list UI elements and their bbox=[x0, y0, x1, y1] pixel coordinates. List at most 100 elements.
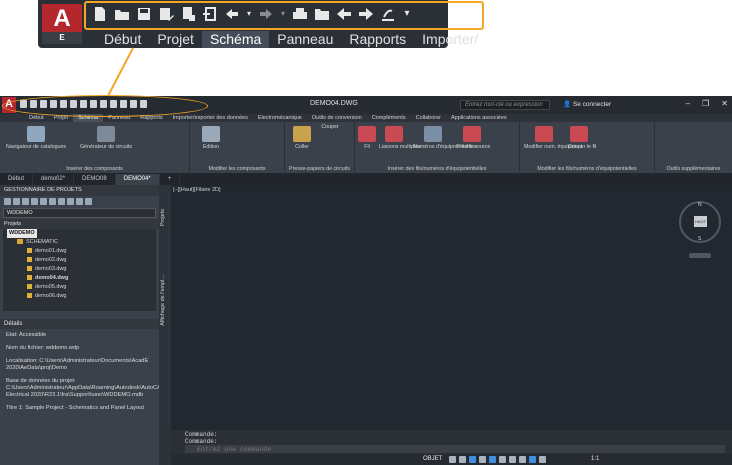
ribbon-tab-10[interactable]: Applications associées bbox=[446, 114, 512, 122]
zoom-tab-5[interactable]: Importer/ bbox=[414, 31, 486, 48]
ribbon-tab-0[interactable]: Début bbox=[24, 114, 49, 122]
ribbon-tab-1[interactable]: Projet bbox=[49, 114, 73, 122]
document-tab-4[interactable]: + bbox=[160, 174, 181, 185]
save-as-icon[interactable] bbox=[50, 100, 57, 108]
ribbon-tab-5[interactable]: Importer/exporter des données bbox=[168, 114, 253, 122]
model-space-toggle[interactable]: OBJET bbox=[423, 456, 442, 462]
zoom-tab-1[interactable]: Projet bbox=[149, 31, 202, 48]
drawing-canvas[interactable]: [−][Haut][Filaire 2D] N HAUT S bbox=[171, 185, 732, 430]
undo-icon[interactable] bbox=[80, 100, 87, 108]
grid-icon[interactable] bbox=[449, 456, 456, 463]
ribbon-tab-7[interactable]: Outils de conversion bbox=[307, 114, 367, 122]
customize-dropdown-icon[interactable]: ▾ bbox=[402, 6, 412, 22]
edit-wire-number-button[interactable]: Modifier num. équipotent. bbox=[524, 126, 584, 150]
snap-icon[interactable] bbox=[459, 456, 466, 463]
wire-numbers-button[interactable]: Numéros d'équipotentielles bbox=[413, 126, 477, 150]
document-tab-0[interactable]: Début bbox=[0, 174, 34, 185]
save-icon[interactable] bbox=[40, 100, 47, 108]
edit-button[interactable]: Edition bbox=[198, 126, 224, 150]
forward-icon[interactable] bbox=[358, 6, 374, 22]
project-select[interactable]: WDDEMO bbox=[3, 208, 156, 218]
annotation-scale[interactable]: 1:1 bbox=[591, 456, 599, 462]
ribbon-tab-9[interactable]: Collaborer bbox=[411, 114, 446, 122]
selection-cycle-icon[interactable] bbox=[519, 456, 526, 463]
new-file-icon[interactable] bbox=[92, 6, 108, 22]
document-tab-1[interactable]: demo02* bbox=[33, 174, 75, 185]
print-icon[interactable] bbox=[100, 100, 107, 108]
tree-item[interactable]: demo01.dwg bbox=[3, 247, 156, 256]
app-logo[interactable]: AE bbox=[42, 4, 82, 44]
export-icon[interactable] bbox=[70, 100, 77, 108]
ribbon-tab-4[interactable]: Rapports bbox=[135, 114, 167, 122]
transparency-icon[interactable] bbox=[509, 456, 516, 463]
zoom-tab-3[interactable]: Panneau bbox=[269, 31, 341, 48]
osnap-icon[interactable] bbox=[489, 456, 496, 463]
side-tab-location[interactable]: Affichage de l'empl... bbox=[160, 275, 170, 326]
sign-in-button[interactable]: 👤 Se connecter bbox=[563, 100, 611, 108]
redo-icon[interactable] bbox=[258, 6, 274, 22]
save-as-icon[interactable] bbox=[158, 6, 174, 22]
forward-icon[interactable] bbox=[130, 100, 137, 108]
tree-item[interactable]: demo04.dwg bbox=[3, 274, 156, 283]
back-icon[interactable] bbox=[120, 100, 127, 108]
undo-dropdown-icon[interactable]: ▾ bbox=[246, 6, 252, 22]
tree-item[interactable]: SCHEMATIC bbox=[3, 238, 156, 247]
circuit-builder-button[interactable]: Générateur de circuits bbox=[76, 126, 136, 150]
workspace-icon[interactable] bbox=[539, 456, 546, 463]
document-tab-2[interactable]: DEMO08 bbox=[74, 174, 116, 185]
source-arrow-button[interactable]: Flèche source bbox=[457, 126, 490, 150]
zoom-tab-2[interactable]: Schéma bbox=[201, 31, 270, 48]
project-folder-icon[interactable] bbox=[314, 6, 330, 22]
ribbon-tab-2[interactable]: Schéma bbox=[73, 114, 104, 122]
catalog-browser-button[interactable]: Navigateur de catalogues bbox=[6, 126, 66, 150]
refresh-icon[interactable] bbox=[31, 198, 38, 205]
minimize-icon[interactable]: – bbox=[686, 99, 690, 108]
polar-icon[interactable] bbox=[479, 456, 486, 463]
new-drawing-icon[interactable] bbox=[22, 198, 29, 205]
tree-item[interactable]: WDDEMO bbox=[3, 229, 156, 238]
tree-item[interactable]: demo06.dwg bbox=[3, 292, 156, 301]
zoom-tab-0[interactable]: Début bbox=[96, 31, 149, 48]
redo-dropdown-icon[interactable]: ▾ bbox=[280, 6, 286, 22]
plot-icon[interactable] bbox=[60, 100, 67, 108]
plot-icon[interactable] bbox=[180, 6, 196, 22]
project-folder-icon[interactable] bbox=[110, 100, 117, 108]
open-folder-icon[interactable] bbox=[30, 100, 37, 108]
close-icon[interactable]: ✕ bbox=[721, 99, 728, 108]
plot-icon[interactable] bbox=[67, 198, 74, 205]
tree-item[interactable]: demo03.dwg bbox=[3, 265, 156, 274]
new-project-icon[interactable] bbox=[13, 198, 20, 205]
zoom-tab-4[interactable]: Rapports bbox=[341, 31, 414, 48]
ribbon-tab-6[interactable]: Electromécanique bbox=[253, 114, 307, 122]
annotation-icon[interactable] bbox=[529, 456, 536, 463]
undo-icon[interactable] bbox=[224, 6, 240, 22]
viewcube[interactable]: N HAUT S bbox=[679, 201, 721, 243]
ortho-icon[interactable] bbox=[469, 456, 476, 463]
back-icon[interactable] bbox=[336, 6, 352, 22]
viewcube-face[interactable]: HAUT bbox=[694, 216, 707, 227]
search-input[interactable]: Entrez mot-clé ou expression bbox=[460, 100, 550, 110]
app-menu-button[interactable]: A bbox=[2, 97, 16, 113]
update-icon[interactable] bbox=[49, 198, 56, 205]
ribbon-tab-3[interactable]: Panneau bbox=[103, 114, 135, 122]
help-icon[interactable] bbox=[85, 198, 92, 205]
sweep-icon[interactable] bbox=[140, 100, 147, 108]
publish-icon[interactable] bbox=[58, 198, 65, 205]
trim-wire-button[interactable]: Couper le fil bbox=[568, 126, 596, 150]
view-controls[interactable]: [−][Haut][Filaire 2D] bbox=[173, 187, 221, 193]
lineweight-icon[interactable] bbox=[499, 456, 506, 463]
maximize-icon[interactable]: ❐ bbox=[702, 99, 709, 108]
settings-icon[interactable] bbox=[76, 198, 83, 205]
tree-item[interactable]: demo02.dwg bbox=[3, 256, 156, 265]
command-input[interactable] bbox=[197, 445, 697, 453]
wire-button[interactable]: Fil bbox=[357, 126, 377, 150]
export-icon[interactable] bbox=[202, 6, 218, 22]
paste-button[interactable]: Coller bbox=[291, 126, 313, 150]
new-file-icon[interactable] bbox=[20, 100, 27, 108]
side-tab-projects[interactable]: Projets bbox=[160, 209, 170, 226]
open-project-icon[interactable] bbox=[4, 198, 11, 205]
document-tab-3[interactable]: DEMO04* bbox=[115, 174, 160, 185]
sweep-icon[interactable] bbox=[380, 6, 396, 22]
save-icon[interactable] bbox=[136, 6, 152, 22]
open-folder-icon[interactable] bbox=[114, 6, 130, 22]
